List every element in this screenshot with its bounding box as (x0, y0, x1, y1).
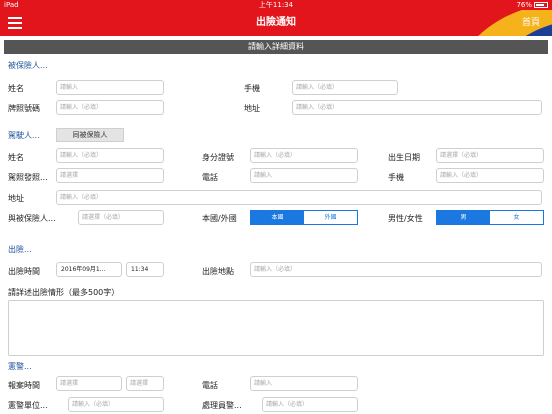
report-time-input[interactable] (126, 376, 164, 391)
police-unit-label: 憲警單位... (8, 401, 48, 410)
insured-name-label: 姓名 (8, 84, 24, 93)
page-title: 出險通知 (256, 17, 296, 28)
police-phone-label: 電話 (202, 381, 218, 390)
nav-bar: 出險通知 首頁 (0, 10, 552, 36)
accident-time-picker[interactable]: 11:34 (126, 262, 164, 277)
driver-address-input[interactable] (56, 190, 542, 205)
accident-place-label: 出險地點 (202, 267, 234, 276)
driver-license-input[interactable] (56, 168, 164, 183)
insured-section-title: 被保險人... (8, 61, 48, 70)
insured-mobile-label: 手機 (244, 84, 260, 93)
insured-plate-label: 牌照號碼 (8, 104, 40, 113)
police-unit-input[interactable] (68, 397, 164, 412)
insured-name-input[interactable] (56, 80, 164, 95)
battery-percent: 76% (516, 1, 532, 9)
same-as-insured-button[interactable]: 同被保險人 (56, 128, 124, 142)
battery-icon (534, 2, 548, 8)
gender-female-option[interactable]: 女 (490, 211, 543, 224)
accident-section-title: 出險... (8, 245, 32, 254)
nationality-foreign-option[interactable]: 外國 (304, 211, 357, 224)
battery-indicator: 76% (516, 0, 548, 10)
driver-mobile-label: 手機 (388, 173, 404, 182)
status-bar: iPad 上午11:34 76% (0, 0, 552, 10)
driver-relation-label: 與被保險人... (8, 214, 56, 223)
driver-phone-label: 電話 (202, 173, 218, 182)
nationality-label: 本國/外國 (202, 214, 237, 223)
police-section-title: 憲警... (8, 362, 32, 371)
accident-date-picker[interactable]: 2016年09月1... (56, 262, 122, 277)
report-time-label: 報案時間 (8, 381, 40, 390)
nationality-segmented-control: 本國 外國 (250, 210, 358, 225)
driver-name-label: 姓名 (8, 153, 24, 162)
gender-label: 男性/女性 (388, 214, 423, 223)
insured-address-input[interactable] (292, 100, 542, 115)
accident-place-input[interactable] (250, 262, 542, 277)
driver-address-label: 地址 (8, 194, 24, 203)
home-link[interactable]: 首頁 (522, 10, 540, 36)
gender-segmented-control: 男 女 (436, 210, 544, 225)
nationality-domestic-option[interactable]: 本國 (251, 211, 304, 224)
insured-address-label: 地址 (244, 104, 260, 113)
driver-section-title: 駕駛人... (8, 131, 40, 140)
report-date-input[interactable] (56, 376, 122, 391)
driver-relation-input[interactable] (78, 210, 164, 225)
accident-time-label: 出險時間 (8, 267, 40, 276)
driver-phone-input[interactable] (250, 168, 358, 183)
police-phone-input[interactable] (250, 376, 358, 391)
gender-male-option[interactable]: 男 (437, 211, 490, 224)
driver-id-input[interactable] (250, 148, 358, 163)
form-header: 請輸入詳細資料 (4, 40, 548, 54)
driver-license-label: 駕照發照... (8, 173, 48, 182)
driver-name-input[interactable] (56, 148, 164, 163)
page: iPad 上午11:34 76% 出險通知 首頁 請輸入詳細資料 被保險人...… (0, 0, 552, 414)
insured-plate-input[interactable] (56, 100, 164, 115)
status-time: 上午11:34 (258, 1, 294, 9)
driver-birth-label: 出生日期 (388, 153, 420, 162)
officer-label: 處理員警... (202, 401, 242, 410)
insured-mobile-input[interactable] (292, 80, 398, 95)
driver-mobile-input[interactable] (436, 168, 544, 183)
officer-input[interactable] (262, 397, 358, 412)
driver-id-label: 身分證號 (202, 153, 234, 162)
accident-description-textarea[interactable] (8, 300, 544, 356)
driver-birth-input[interactable] (436, 148, 544, 163)
accident-description-label: 請詳述出險情形（最多500字） (8, 288, 120, 297)
